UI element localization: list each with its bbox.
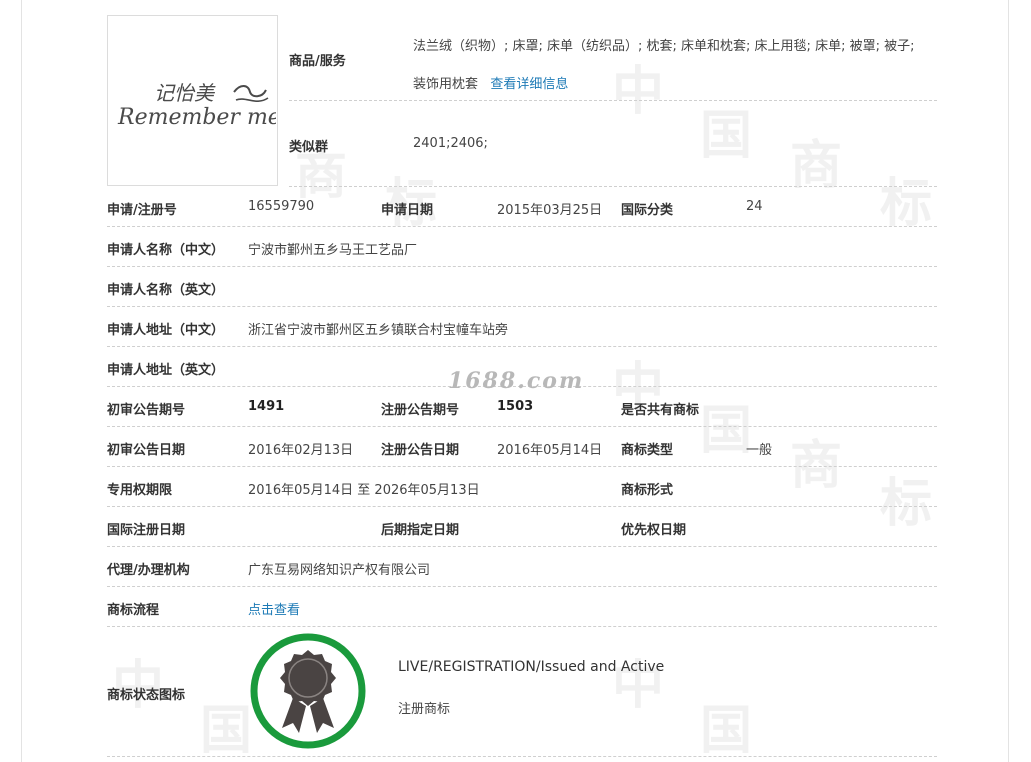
trademark-flow-row: 商标流程 点击查看 xyxy=(107,587,937,627)
view-flow-link[interactable]: 点击查看 xyxy=(248,599,300,618)
international-dates-row: 国际注册日期 后期指定日期 优先权日期 xyxy=(107,507,937,547)
goods-services-value: 法兰绒（织物）; 床罩; 床单（纺织品）; 枕套; 床单和枕套; 床上用毯; 床… xyxy=(413,28,928,104)
intl-reg-date-label: 国际注册日期 xyxy=(107,523,186,538)
exclusive-right-period-label: 专用权期限 xyxy=(107,483,173,498)
applicant-address-en-label: 申请人地址（英文） xyxy=(107,363,225,378)
applicant-address-cn-row: 申请人地址（中文） 浙江省宁波市鄞州区五乡镇联合村宝幢车站旁 xyxy=(107,307,937,347)
trademark-form-label: 商标形式 xyxy=(621,483,674,498)
applicant-name-cn-row: 申请人名称（中文） 宁波市鄞州五乡马王工艺品厂 xyxy=(107,227,937,267)
applicant-name-en-label: 申请人名称（英文） xyxy=(107,283,225,298)
reg-number-value: 16559790 xyxy=(248,199,315,214)
prelim-announce-date-value: 2016年02月13日 xyxy=(248,443,354,458)
status-english-text: LIVE/REGISTRATION/Issued and Active xyxy=(398,659,665,675)
prelim-announce-no-value: 1491 xyxy=(248,399,285,414)
agent-label: 代理/办理机构 xyxy=(107,563,190,578)
goods-services-label: 商品/服务 xyxy=(289,54,346,69)
registered-award-icon xyxy=(250,633,366,749)
applicant-address-cn-value: 浙江省宁波市鄞州区五乡镇联合村宝幢车站旁 xyxy=(248,323,509,338)
registration-number-row: 申请/注册号 16559790 申请日期 2015年03月25日 国际分类 24 xyxy=(107,187,937,227)
goods-services-text: 法兰绒（织物）; 床罩; 床单（纺织品）; 枕套; 床单和枕套; 床上用毯; 床… xyxy=(413,39,915,92)
applicant-name-cn-value: 宁波市鄞州五乡马王工艺品厂 xyxy=(248,243,418,258)
reg-announce-date-label: 注册公告日期 xyxy=(381,443,460,458)
reg-announce-no-value: 1503 xyxy=(497,399,534,414)
logo-english-text: Remember me xyxy=(117,105,276,130)
trademark-status-row: 商标状态图标 xyxy=(107,627,937,757)
shared-trademark-label: 是否共有商标 xyxy=(621,403,700,418)
exclusive-right-period-value: 2016年05月14日 至 2026年05月13日 xyxy=(248,483,480,498)
status-chinese-text: 注册商标 xyxy=(398,702,451,717)
application-date-label: 申请日期 xyxy=(381,203,434,218)
later-designation-date-label: 后期指定日期 xyxy=(381,523,460,538)
applicant-name-en-row: 申请人名称（英文） xyxy=(107,267,937,307)
validity-row: 专用权期限 2016年05月14日 至 2026年05月13日 商标形式 xyxy=(107,467,937,507)
logo-chinese-text: 记怡美 xyxy=(154,81,216,105)
prelim-announce-no-label: 初审公告期号 xyxy=(107,403,186,418)
reg-announce-no-label: 注册公告期号 xyxy=(381,403,460,418)
trademark-flow-label: 商标流程 xyxy=(107,603,160,618)
site-watermark: 1688.com xyxy=(448,368,585,394)
applicant-address-cn-label: 申请人地址（中文） xyxy=(107,323,225,338)
trademark-logo-image: 记怡美 Remember me xyxy=(107,15,278,186)
similar-group-row: 类似群 2401;2406; xyxy=(289,101,937,187)
reg-number-label: 申请/注册号 xyxy=(107,203,177,218)
trademark-logo: 记怡美 Remember me xyxy=(117,81,276,130)
prelim-announce-date-label: 初审公告日期 xyxy=(107,443,186,458)
trademark-type-value: 一般 xyxy=(746,443,773,458)
similar-group-value: 2401;2406; xyxy=(413,136,488,151)
agent-row: 代理/办理机构 广东互易网络知识产权有限公司 xyxy=(107,547,937,587)
agent-value: 广东互易网络知识产权有限公司 xyxy=(248,563,431,578)
application-date-value: 2015年03月25日 xyxy=(497,203,603,218)
similar-group-label: 类似群 xyxy=(289,140,329,155)
intl-class-label: 国际分类 xyxy=(621,203,674,218)
view-details-link[interactable]: 查看详细信息 xyxy=(490,77,568,92)
announcement-date-row: 初审公告日期 2016年02月13日 注册公告日期 2016年05月14日 商标… xyxy=(107,427,937,467)
priority-date-label: 优先权日期 xyxy=(621,523,687,538)
applicant-name-cn-label: 申请人名称（中文） xyxy=(107,243,225,258)
intl-class-value: 24 xyxy=(746,199,763,214)
reg-announce-date-value: 2016年05月14日 xyxy=(497,443,603,458)
trademark-status-label: 商标状态图标 xyxy=(107,688,186,703)
trademark-type-label: 商标类型 xyxy=(621,443,674,458)
